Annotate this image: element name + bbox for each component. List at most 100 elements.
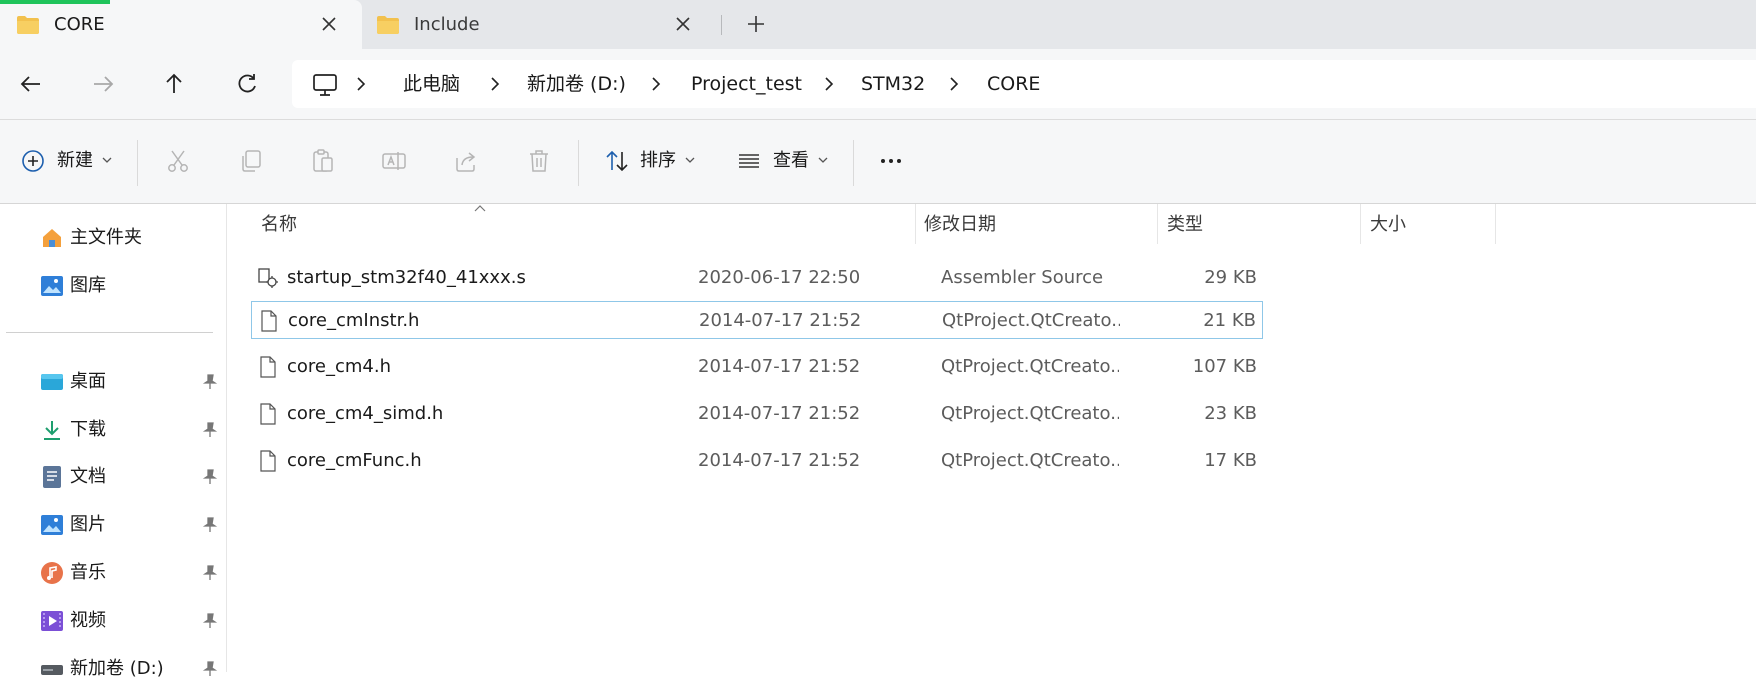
more-options-icon[interactable]	[878, 148, 904, 174]
sidebar-item-gallery[interactable]: 图库	[0, 266, 226, 306]
column-header-date[interactable]: 修改日期	[916, 204, 1158, 244]
navigation-pane: 主文件夹 图库 桌面 下载 文档 图片 音乐 视频 新加卷 (D:)	[0, 204, 227, 679]
sidebar-item-label: 图库	[70, 275, 106, 296]
close-icon[interactable]	[672, 13, 694, 35]
address-bar[interactable]: 此电脑 新加卷 (D:) Project_test STM32 CORE	[292, 60, 1756, 108]
pin-icon[interactable]	[202, 469, 218, 485]
drive-icon	[41, 665, 63, 675]
file-row[interactable]: core_cmFunc.h 2014-07-17 21:52 QtProject…	[251, 442, 1263, 480]
share-icon[interactable]	[453, 148, 479, 174]
refresh-icon[interactable]	[234, 71, 260, 97]
file-row[interactable]: core_cm4.h 2014-07-17 21:52 QtProject.Qt…	[251, 348, 1263, 386]
column-header-label: 修改日期	[924, 214, 996, 235]
up-arrow-icon[interactable]	[161, 71, 187, 97]
new-tab-plus-icon[interactable]	[744, 12, 768, 36]
breadcrumb-this-pc[interactable]: 此电脑	[403, 72, 460, 96]
paste-icon[interactable]	[310, 148, 336, 174]
file-row[interactable]: core_cm4_simd.h 2014-07-17 21:52 QtProje…	[251, 395, 1263, 433]
tab-label: Include	[414, 14, 480, 35]
view-lines-icon	[739, 154, 759, 168]
file-date: 2014-07-17 21:52	[698, 450, 861, 471]
this-pc-icon	[313, 74, 337, 96]
pin-icon[interactable]	[202, 565, 218, 581]
column-header-label: 大小	[1370, 214, 1406, 235]
tab-core[interactable]: CORE	[0, 0, 362, 49]
file-row[interactable]: startup_stm32f40_41xxx.s 2020-06-17 22:5…	[251, 259, 1263, 297]
file-date: 2020-06-17 22:50	[698, 267, 861, 288]
chevron-right-icon[interactable]	[488, 76, 502, 92]
breadcrumb-project-test[interactable]: Project_test	[691, 72, 802, 96]
chevron-right-icon[interactable]	[649, 76, 663, 92]
rename-icon[interactable]	[381, 148, 407, 174]
sidebar-item-videos[interactable]: 视频	[0, 601, 226, 641]
column-header-label: 类型	[1167, 214, 1203, 235]
file-size: 107 KB	[1192, 356, 1257, 377]
forward-arrow-icon[interactable]	[90, 71, 116, 97]
toolbar-separator	[578, 140, 579, 186]
sidebar-item-label: 下载	[70, 419, 106, 440]
chevron-down-icon	[818, 157, 828, 163]
pin-icon[interactable]	[202, 613, 218, 629]
column-header-type[interactable]: 类型	[1158, 204, 1361, 244]
sidebar-item-desktop[interactable]: 桌面	[0, 362, 226, 402]
command-bar: 新建 排序 查看	[0, 120, 1756, 204]
navigation-bar: 此电脑 新加卷 (D:) Project_test STM32 CORE	[0, 49, 1756, 120]
file-date: 2014-07-17 21:52	[698, 403, 861, 424]
sort-button[interactable]: 排序	[596, 120, 706, 203]
pin-icon[interactable]	[202, 422, 218, 438]
gallery-icon	[41, 276, 63, 296]
pin-icon[interactable]	[202, 517, 218, 533]
sidebar-item-label: 新加卷 (D:)	[70, 658, 164, 679]
file-type: QtProject.QtCreato...	[941, 450, 1119, 471]
column-header-size[interactable]: 大小	[1361, 204, 1496, 244]
new-button-label: 新建	[57, 150, 93, 171]
sidebar-item-label: 主文件夹	[70, 227, 142, 248]
tab-accent-bar	[0, 0, 110, 4]
file-list: 名称 修改日期 类型 大小 startup_stm32f40_41xxx.s 2…	[227, 204, 1756, 672]
column-header-name[interactable]: 名称	[241, 204, 916, 244]
back-arrow-icon[interactable]	[18, 71, 44, 97]
breadcrumb-stm32[interactable]: STM32	[861, 72, 925, 96]
folder-icon	[377, 16, 399, 34]
toolbar-separator	[853, 140, 854, 186]
cut-icon[interactable]	[165, 148, 191, 174]
chevron-right-icon[interactable]	[822, 76, 836, 92]
copy-icon[interactable]	[238, 148, 264, 174]
breadcrumb-drive-d[interactable]: 新加卷 (D:)	[527, 72, 626, 96]
toolbar-separator	[137, 140, 138, 186]
file-size: 29 KB	[1204, 267, 1257, 288]
delete-icon[interactable]	[526, 148, 552, 174]
close-icon[interactable]	[318, 13, 340, 35]
sidebar-item-home[interactable]: 主文件夹	[0, 218, 226, 258]
file-size: 17 KB	[1204, 450, 1257, 471]
pictures-icon	[41, 515, 63, 535]
videos-icon	[41, 611, 63, 631]
file-type: Assembler Source	[941, 267, 1104, 288]
chevron-right-icon[interactable]	[354, 76, 368, 92]
sidebar-item-drive-d[interactable]: 新加卷 (D:)	[0, 649, 226, 689]
new-button[interactable]: 新建	[14, 120, 122, 203]
breadcrumb-core[interactable]: CORE	[987, 72, 1040, 96]
file-date: 2014-07-17 21:52	[699, 310, 862, 331]
file-row[interactable]: core_cmInstr.h 2014-07-17 21:52 QtProjec…	[251, 301, 1263, 339]
file-type: QtProject.QtCreato...	[941, 403, 1119, 424]
tab-include[interactable]: Include	[362, 0, 716, 49]
pin-icon[interactable]	[202, 374, 218, 390]
tab-separator	[721, 15, 722, 35]
sidebar-item-pictures[interactable]: 图片	[0, 505, 226, 545]
view-button[interactable]: 查看	[728, 120, 838, 203]
file-icon	[260, 403, 276, 425]
sidebar-item-label: 视频	[70, 610, 106, 631]
documents-icon	[43, 466, 61, 488]
sidebar-item-label: 图片	[70, 514, 106, 535]
download-icon	[44, 421, 60, 440]
pin-icon[interactable]	[202, 661, 218, 677]
sort-arrows-icon	[606, 150, 628, 172]
sidebar-item-documents[interactable]: 文档	[0, 457, 226, 497]
sidebar-item-music[interactable]: 音乐	[0, 553, 226, 593]
sidebar-item-downloads[interactable]: 下载	[0, 410, 226, 450]
file-name: core_cmInstr.h	[288, 310, 420, 331]
file-date: 2014-07-17 21:52	[698, 356, 861, 377]
home-icon	[43, 229, 61, 247]
chevron-right-icon[interactable]	[947, 76, 961, 92]
